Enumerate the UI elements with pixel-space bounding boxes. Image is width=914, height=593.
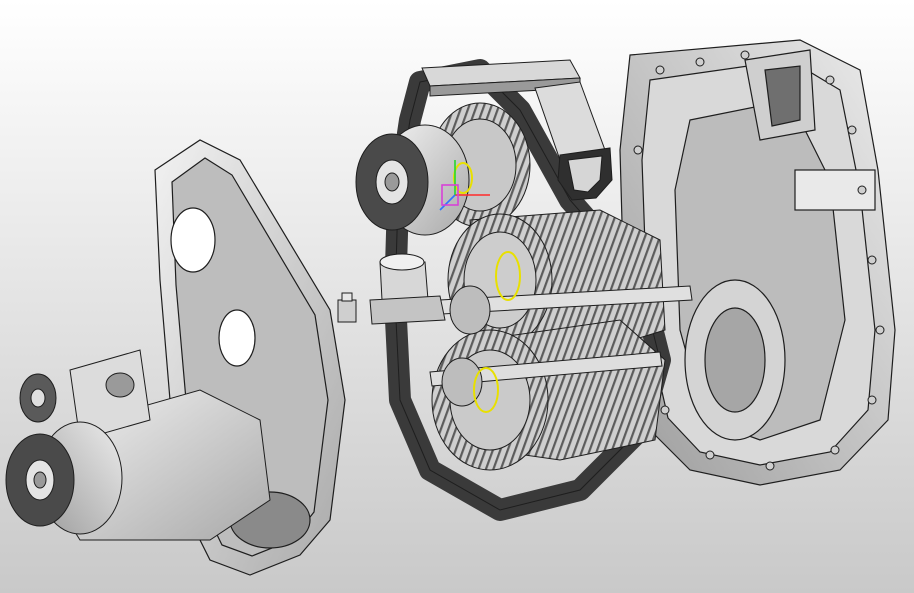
cad-viewport[interactable] (0, 0, 914, 593)
model-canvas[interactable] (0, 0, 914, 593)
output-flange-upper[interactable] (355, 124, 470, 236)
